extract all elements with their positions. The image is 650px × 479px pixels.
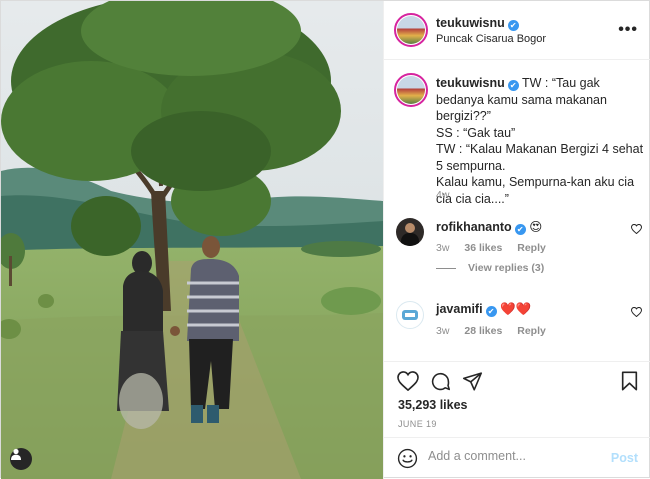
bookmark-icon[interactable]: [621, 371, 638, 391]
speech-bubble-icon[interactable]: [430, 371, 451, 392]
reply-button[interactable]: Reply: [517, 325, 546, 337]
comment-input[interactable]: [428, 449, 598, 463]
reply-button[interactable]: Reply: [517, 242, 546, 254]
comment-likes[interactable]: 36 likes: [464, 242, 502, 254]
comment-timestamp[interactable]: 3w: [436, 242, 449, 254]
comment-likes[interactable]: 28 likes: [464, 325, 502, 337]
location-link[interactable]: Puncak Cisarua Bogor: [436, 33, 546, 45]
add-comment-bar: Post: [384, 437, 650, 479]
comment-item: rofikhananto ✔ 😍 3w 36 likes Reply View r…: [384, 216, 650, 286]
likes-count[interactable]: 35,293 likes: [398, 398, 468, 412]
post-side-panel: teukuwisnu ✔ Puncak Cisarua Bogor ••• teu…: [383, 1, 650, 479]
smiley-icon[interactable]: [397, 448, 418, 469]
heart-outline-icon[interactable]: [397, 371, 419, 391]
landscape-photo: [1, 1, 383, 479]
paper-plane-icon[interactable]: [462, 371, 483, 391]
caption-body: teukuwisnu ✔ TW : “Tau gak bedanya kamu s…: [436, 75, 648, 207]
comment-text: ❤️❤️: [500, 302, 532, 316]
person-icon: [11, 448, 21, 460]
commenter-username[interactable]: rofikhananto: [436, 220, 512, 234]
author-username[interactable]: teukuwisnu: [436, 16, 505, 30]
author-avatar[interactable]: [394, 13, 428, 47]
post-comment-button[interactable]: Post: [611, 451, 638, 465]
view-replies-button[interactable]: View replies (3): [436, 262, 544, 274]
commenter-avatar[interactable]: [396, 301, 424, 329]
comment-timestamp[interactable]: 3w: [436, 325, 449, 337]
commenter-avatar[interactable]: [396, 218, 424, 246]
caption-timestamp[interactable]: 4w: [436, 189, 449, 201]
more-options-icon[interactable]: •••: [618, 21, 638, 39]
caption-author-username[interactable]: teukuwisnu: [436, 76, 505, 90]
caption-author-avatar[interactable]: [394, 73, 428, 107]
comment-item: javamifi ✔ ❤️❤️ 3w 28 likes Reply: [384, 299, 650, 349]
like-comment-heart-icon[interactable]: [631, 307, 642, 317]
verified-badge-icon: ✔: [507, 20, 519, 31]
instagram-post: teukuwisnu ✔ Puncak Cisarua Bogor ••• teu…: [0, 0, 650, 479]
post-actions: 35,293 likes JUNE 19: [384, 361, 650, 433]
verified-badge-icon: ✔: [507, 80, 519, 91]
verified-badge-icon: ✔: [485, 306, 497, 317]
caption-text: TW : “Tau gak bedanya kamu sama makanan …: [436, 76, 644, 206]
verified-badge-icon: ✔: [514, 224, 526, 235]
comment-text: 😍: [529, 220, 543, 234]
user-tag-button[interactable]: [10, 448, 32, 470]
commenter-username[interactable]: javamifi: [436, 302, 483, 316]
post-photo[interactable]: [1, 1, 383, 479]
post-date[interactable]: JUNE 19: [398, 419, 437, 429]
like-comment-heart-icon[interactable]: [631, 224, 642, 234]
post-header: teukuwisnu ✔ Puncak Cisarua Bogor •••: [384, 1, 650, 60]
